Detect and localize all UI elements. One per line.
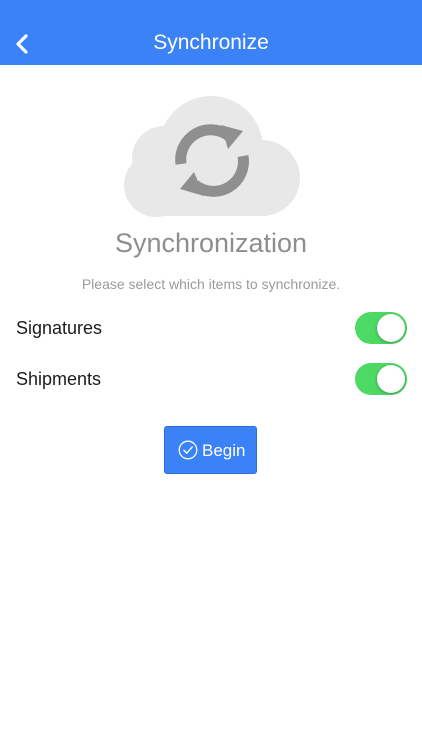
option-row-signatures: Signatures — [0, 308, 422, 348]
cloud-sync-icon — [124, 96, 300, 217]
option-label-shipments: Shipments — [16, 369, 102, 389]
nav-header: Synchronize — [0, 0, 422, 65]
toggle-signatures[interactable] — [355, 312, 407, 344]
sync-title: Synchronization — [114, 228, 308, 258]
sync-instructions: Please select which items to synchronize… — [81, 276, 341, 292]
page-title: Synchronize — [153, 31, 269, 54]
toggle-knob — [377, 314, 405, 342]
option-label-signatures: Signatures — [16, 318, 103, 338]
toggle-shipments[interactable] — [355, 363, 407, 395]
begin-button[interactable]: Begin — [164, 426, 257, 474]
check-circle-icon — [178, 440, 198, 460]
toggle-knob — [377, 365, 405, 393]
begin-button-label: Begin — [202, 441, 246, 460]
option-row-shipments: Shipments — [0, 359, 422, 399]
